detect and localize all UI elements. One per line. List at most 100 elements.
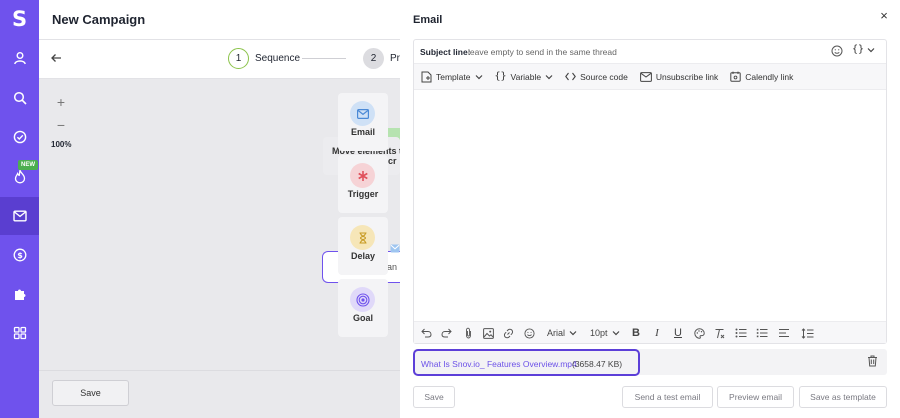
attachment-size: (3658.47 KB) <box>572 359 623 369</box>
code-icon <box>565 72 577 81</box>
numbered-list-icon[interactable] <box>756 326 768 340</box>
preview-email-button[interactable]: Preview email <box>717 386 794 408</box>
nav-campaigns[interactable] <box>0 197 39 235</box>
variable-label: Variable <box>510 71 542 82</box>
email-editor: Subject line: {} Template {} Variable So… <box>413 39 887 344</box>
chevron-down-icon <box>475 74 483 80</box>
app-logo[interactable]: S <box>0 6 39 32</box>
flame-icon <box>13 168 27 184</box>
subject-row: Subject line: {} <box>414 40 886 64</box>
template-dropdown[interactable]: Template <box>421 71 483 83</box>
step-number: 1 <box>228 48 249 69</box>
calendar-icon <box>730 71 741 82</box>
unsubscribe-link-button[interactable]: Unsubscribe link <box>639 71 719 82</box>
image-icon[interactable] <box>482 326 494 340</box>
align-icon[interactable] <box>778 326 790 340</box>
nav-verify[interactable] <box>0 118 39 156</box>
save-as-template-button[interactable]: Save as template <box>799 386 887 408</box>
mail-icon <box>12 210 27 222</box>
font-size-select[interactable]: 10pt <box>590 326 620 340</box>
font-family-select[interactable]: Arial <box>547 326 577 340</box>
emoji-icon[interactable] <box>523 326 535 340</box>
paperclip-icon[interactable] <box>462 326 474 340</box>
svg-text:$: $ <box>17 251 23 260</box>
chevron-down-icon <box>612 330 620 336</box>
italic-button[interactable]: I <box>651 326 663 340</box>
hourglass-icon <box>350 225 375 250</box>
trash-icon[interactable] <box>867 355 878 367</box>
underline-button[interactable]: U <box>672 326 684 340</box>
variable-braces-icon: {} <box>852 44 865 55</box>
attachment-row: What Is Snov.io_ Features Overview.mp4 (… <box>413 349 887 376</box>
source-code-button[interactable]: Source code <box>565 72 628 82</box>
palette-trigger[interactable]: Trigger <box>338 155 388 213</box>
nav-deals[interactable]: $ <box>0 236 39 274</box>
template-label: Template <box>436 71 471 82</box>
palette-goal[interactable]: Goal <box>338 279 388 337</box>
bullet-list-icon[interactable] <box>735 326 747 340</box>
link-icon[interactable] <box>502 326 514 340</box>
new-badge: NEW <box>18 160 38 170</box>
chevron-down-icon <box>545 74 553 80</box>
nav-prospects[interactable] <box>0 39 39 77</box>
attachment-file[interactable]: What Is Snov.io_ Features Overview.mp4 (… <box>413 349 640 376</box>
unsubscribe-label: Unsubscribe link <box>655 71 719 82</box>
save-button[interactable]: Save <box>52 380 129 406</box>
modal-title: Email <box>413 14 443 26</box>
font-family-value: Arial <box>547 328 566 338</box>
search-icon <box>13 91 27 105</box>
template-icon <box>421 71 432 83</box>
user-icon <box>13 51 27 65</box>
step-sequence[interactable]: 1 Sequence <box>228 48 300 69</box>
zoom-level: 100% <box>51 140 72 149</box>
palette-email[interactable]: Email <box>338 93 388 151</box>
subject-input[interactable] <box>468 45 818 59</box>
back-arrow-icon[interactable] <box>50 52 62 64</box>
source-code-label: Source code <box>580 71 628 82</box>
format-toolbar: Arial 10pt B I U <box>414 321 886 343</box>
subject-variable-dropdown[interactable]: {} <box>852 44 875 55</box>
step-number: 2 <box>363 48 384 69</box>
email-body-editor[interactable] <box>414 91 886 319</box>
calendly-link-button[interactable]: Calendly link <box>730 71 793 82</box>
nav-apps[interactable] <box>0 314 39 352</box>
email-modal: Email × Subject line: {} Template {} Var… <box>400 0 900 418</box>
modal-save-button[interactable]: Save <box>413 386 455 408</box>
emoji-icon[interactable] <box>831 45 843 57</box>
undo-icon[interactable] <box>420 326 432 340</box>
step-label: Sequence <box>255 53 301 64</box>
nav-integrations[interactable] <box>0 275 39 313</box>
close-icon[interactable]: × <box>877 9 891 23</box>
subject-label: Subject line: <box>420 47 471 57</box>
mail-icon <box>639 71 652 82</box>
palette-icon[interactable] <box>693 326 705 340</box>
dollar-icon: $ <box>13 248 27 262</box>
send-test-email-button[interactable]: Send a test email <box>622 386 713 408</box>
nav-search[interactable] <box>0 79 39 117</box>
puzzle-icon <box>13 287 27 301</box>
palette-delay[interactable]: Delay <box>338 217 388 275</box>
variable-dropdown[interactable]: {} Variable <box>495 71 554 82</box>
step-connector <box>302 58 346 59</box>
palette-label: Goal <box>352 313 373 323</box>
attachment-name[interactable]: What Is Snov.io_ Features Overview.mp4 <box>421 359 577 369</box>
page-title: New Campaign <box>52 12 146 27</box>
calendly-label: Calendly link <box>745 71 794 82</box>
sidebar: S NEW $ <box>0 0 39 418</box>
zoom-out-button[interactable]: − <box>53 117 69 133</box>
chevron-down-icon <box>867 47 875 53</box>
apps-grid-icon <box>13 326 27 340</box>
clear-format-icon[interactable] <box>713 326 725 340</box>
bold-button[interactable]: B <box>630 326 642 340</box>
redo-icon[interactable] <box>440 326 452 340</box>
line-height-icon[interactable] <box>800 326 814 340</box>
palette-label: Email <box>350 127 375 137</box>
mail-icon <box>350 101 375 126</box>
mail-icon <box>390 244 400 253</box>
element-palette: Email Trigger Delay Goal <box>338 93 388 337</box>
font-size-value: 10pt <box>590 328 608 338</box>
check-circle-icon <box>13 130 27 144</box>
variable-braces-icon: {} <box>494 71 507 82</box>
zoom-in-button[interactable]: + <box>53 94 69 110</box>
target-icon <box>350 287 375 312</box>
